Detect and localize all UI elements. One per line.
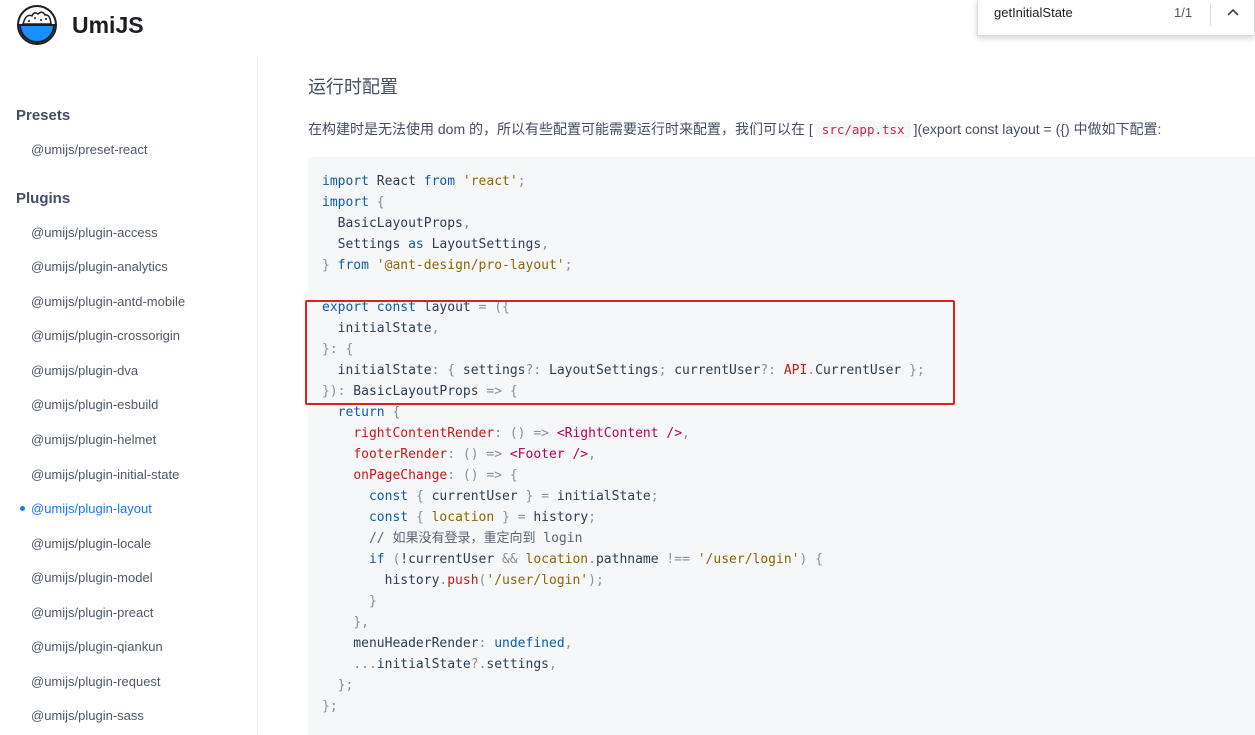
sidebar-item-plugin-locale[interactable]: @umijs/plugin-locale — [31, 536, 151, 551]
code-line-21: } — [368, 594, 377, 609]
code-line-22: }, — [353, 615, 369, 630]
code-line-3: BasicLayoutProps, — [322, 216, 471, 231]
sidebar-item-plugin-layout[interactable]: @umijs/plugin-layout — [31, 501, 152, 516]
sidebar-item-plugin-antd-mobile[interactable]: @umijs/plugin-antd-mobile — [31, 294, 185, 309]
sidebar-item-plugin-crossorigin[interactable]: @umijs/plugin-crossorigin — [31, 328, 180, 343]
find-match-count: 1/1 — [1174, 5, 1193, 20]
code-line-26: }; — [322, 699, 338, 714]
brand-name[interactable]: UmiJS — [72, 12, 144, 39]
chevron-up-icon[interactable] — [1222, 2, 1244, 24]
code-line-2: import { — [322, 195, 385, 210]
code-line-5: } from '@ant-design/pro-layout'; — [322, 258, 573, 273]
code-line-12: return { — [337, 405, 401, 420]
code-line-20: history.push('/user/login'); — [322, 573, 604, 588]
code-line-15: onPageChange: () => { — [353, 468, 518, 483]
code-line-14: footerRender: () => <Footer />, — [353, 447, 596, 462]
code-line-25: }; — [337, 678, 354, 693]
sidebar-item-plugin-dva[interactable]: @umijs/plugin-dva — [31, 363, 138, 378]
sidebar-item-plugin-access[interactable]: @umijs/plugin-access — [31, 225, 158, 240]
red-annotation-box — [305, 300, 955, 405]
sidebar-item-plugin-helmet[interactable]: @umijs/plugin-helmet — [31, 432, 156, 447]
sidebar-section-plugins: Plugins — [16, 190, 71, 207]
sidebar-item-plugin-qiankun[interactable]: @umijs/plugin-qiankun — [31, 639, 163, 654]
sidebar-item-plugin-sass[interactable]: @umijs/plugin-sass — [31, 708, 144, 723]
code-line-1: import React from 'react'; — [322, 174, 526, 189]
section-heading: 运行时配置 — [308, 77, 398, 97]
sidebar-section-presets: Presets — [16, 107, 71, 124]
sidebar-item-plugin-analytics[interactable]: @umijs/plugin-analytics — [31, 259, 168, 274]
code-block[interactable]: import React from 'react'; import { Basi… — [308, 157, 1255, 735]
code-line-19: if (!currentUser && location.pathname !=… — [368, 552, 823, 567]
description-text: 在构建时是无法使用 dom 的，所以有些配置可能需要运行时来配置，我们可以在 [ — [308, 121, 813, 137]
active-item-bullet — [20, 506, 25, 511]
sidebar-item-preset-react[interactable]: @umijs/preset-react — [31, 142, 148, 157]
description-text-tail: ](export const layout = ({) 中做如下配置: — [913, 121, 1162, 137]
code-line-16: const { currentUser } = initialState; — [368, 489, 659, 504]
code-line-18: // 如果没有登录，重定向到 login — [322, 531, 583, 546]
code-line-4: Settings as LayoutSettings, — [322, 237, 549, 252]
code-line-13: rightContentRender: () => <RightContent … — [353, 426, 690, 441]
sidebar-item-plugin-model[interactable]: @umijs/plugin-model — [31, 570, 153, 585]
sidebar-item-plugin-initial-state[interactable]: @umijs/plugin-initial-state — [31, 467, 179, 482]
section-description: 在构建时是无法使用 dom 的，所以有些配置可能需要运行时来配置，我们可以在 [… — [308, 119, 1161, 139]
rice-bowl-icon[interactable] — [16, 4, 58, 46]
code-line-17: const { location } = history; — [368, 510, 596, 525]
code-line-23: menuHeaderRender: undefined, — [322, 636, 573, 651]
find-input[interactable]: getInitialState — [994, 5, 1073, 20]
sidebar-item-plugin-preact[interactable]: @umijs/plugin-preact — [31, 605, 153, 620]
sidebar-nav: Presets @umijs/preset-react Plugins @umi… — [0, 56, 258, 735]
sidebar-item-plugin-esbuild[interactable]: @umijs/plugin-esbuild — [31, 397, 158, 412]
inline-code-path: src/app.tsx — [815, 121, 911, 138]
find-divider — [1210, 4, 1211, 26]
sidebar-item-plugin-request[interactable]: @umijs/plugin-request — [31, 674, 161, 689]
code-line-24: ...initialState?.settings, — [353, 657, 557, 672]
find-in-page-bar: getInitialState 1/1 — [977, 0, 1255, 36]
